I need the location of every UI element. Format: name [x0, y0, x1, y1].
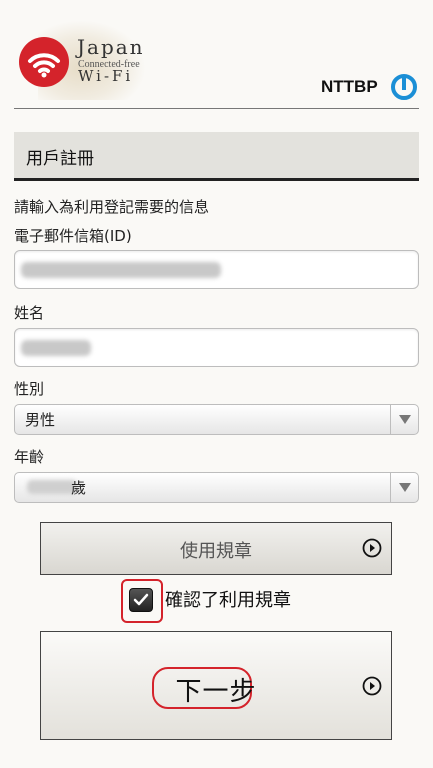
age-select[interactable]: 歲 [14, 472, 419, 503]
logo-text-japan: Japan [77, 35, 145, 59]
circled-play-icon [362, 538, 382, 558]
name-label: 姓名 [14, 304, 45, 322]
agree-checkbox[interactable] [129, 588, 153, 612]
gender-select[interactable]: 男性 [14, 404, 419, 435]
header: Japan Connected-free Wi-Fi NTTBP [0, 0, 433, 108]
logo-text-wifi: Wi-Fi [78, 67, 134, 85]
circled-play-icon [362, 676, 382, 696]
name-field[interactable] [14, 328, 419, 367]
terms-button-label: 使用規章 [180, 541, 252, 562]
section-header: 用戶註冊 [14, 132, 419, 181]
terms-button[interactable]: 使用規章 [40, 522, 392, 575]
age-redacted-value [27, 480, 77, 494]
dropdown-triangle-icon[interactable] [390, 473, 418, 502]
email-field[interactable] [14, 250, 419, 289]
gender-label: 性別 [14, 380, 45, 398]
gender-selected-value: 男性 [25, 411, 56, 429]
section-title: 用戶註冊 [26, 149, 94, 169]
dropdown-triangle-icon[interactable] [390, 405, 418, 434]
agree-label[interactable]: 確認了利用規章 [165, 586, 291, 612]
email-label: 電子郵件信箱(ID) [14, 227, 132, 245]
instruction-text: 請輸入為利用登記需要的信息 [14, 198, 210, 216]
age-label: 年齡 [14, 448, 45, 466]
name-redacted-value [21, 340, 91, 356]
next-button[interactable]: 下一步 [40, 631, 392, 740]
check-icon [133, 593, 149, 606]
header-divider [14, 108, 419, 109]
nttbp-ring-icon [391, 74, 417, 100]
age-suffix: 歲 [71, 479, 87, 497]
nttbp-logo-text: NTTBP [321, 77, 378, 96]
email-redacted-value [21, 262, 221, 278]
wifi-logo-icon [19, 37, 69, 87]
next-button-label: 下一步 [175, 677, 257, 707]
